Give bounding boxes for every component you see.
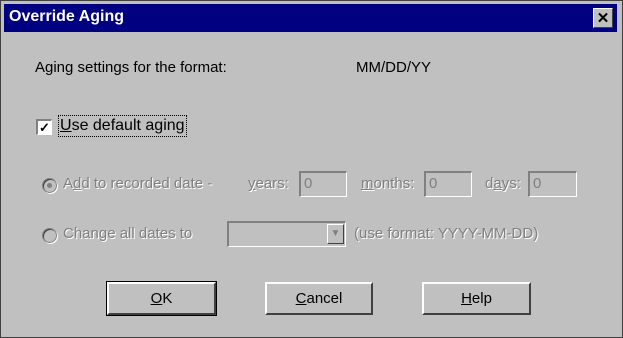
aging-format-value: MM/DD/YY [356, 59, 431, 76]
radio-selected-dot [47, 183, 52, 188]
checkmark-icon: ✓ [39, 120, 50, 135]
title-bar: Override Aging ✕ [4, 4, 617, 32]
years-label: years: [248, 175, 289, 192]
add-to-recorded-date-radio[interactable] [42, 178, 57, 193]
add-to-recorded-date-label: Add to recorded date - [63, 175, 213, 192]
help-button[interactable]: Help [422, 282, 531, 315]
cancel-button[interactable]: Cancel [265, 282, 373, 315]
use-default-aging-label[interactable]: Use default aging [58, 115, 187, 137]
close-icon[interactable]: ✕ [593, 8, 613, 28]
change-date-combo[interactable]: ▼ [227, 221, 346, 247]
years-input[interactable]: 0 [299, 171, 347, 197]
change-all-dates-radio[interactable] [42, 228, 57, 243]
days-label: days: [485, 175, 521, 192]
override-aging-dialog: Override Aging ✕ Aging settings for the … [0, 0, 623, 338]
ok-button[interactable]: OK [106, 281, 217, 316]
date-format-hint: (use format: YYYY-MM-DD) [354, 225, 539, 242]
months-input[interactable]: 0 [424, 171, 472, 197]
aging-settings-label: Aging settings for the format: [35, 59, 227, 76]
change-all-dates-label: Change all dates to [63, 225, 193, 242]
days-input[interactable]: 0 [528, 171, 577, 197]
chevron-down-icon[interactable]: ▼ [327, 224, 344, 244]
window-title: Override Aging [9, 8, 124, 25]
use-default-aging-checkbox[interactable]: ✓ [36, 119, 52, 135]
months-label: months: [361, 175, 415, 192]
